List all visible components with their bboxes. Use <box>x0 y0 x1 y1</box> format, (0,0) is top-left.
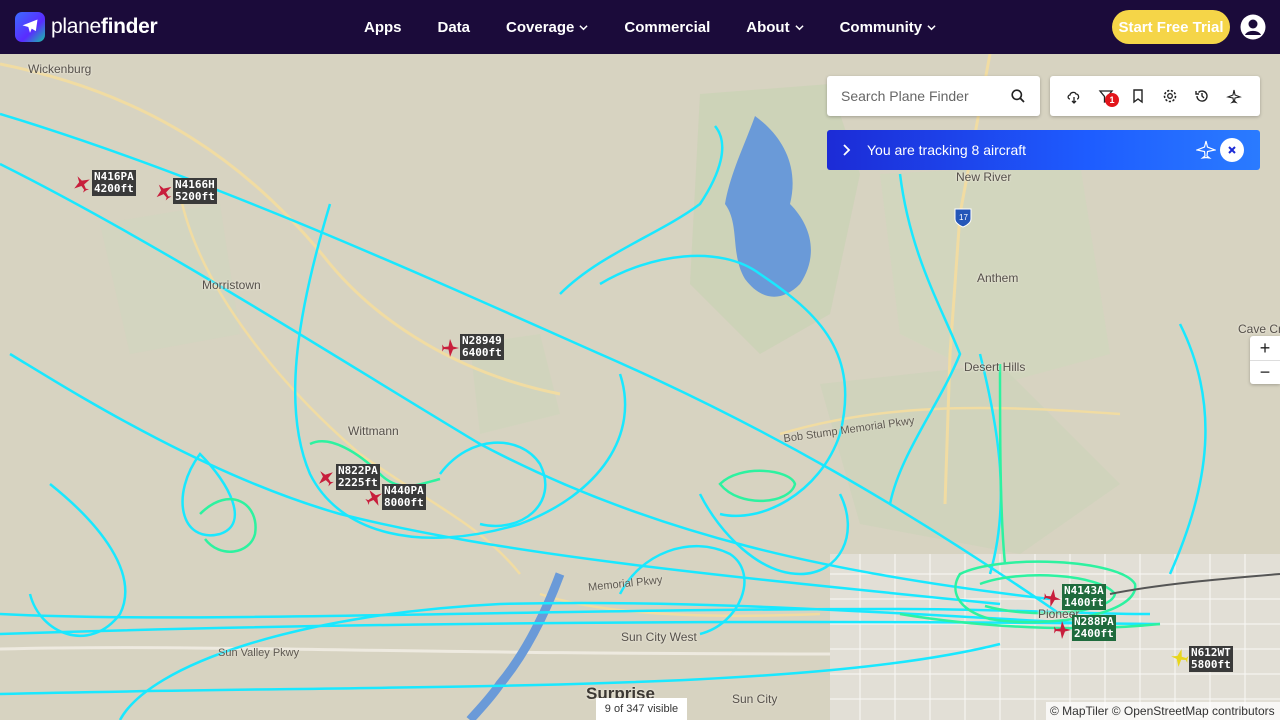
tracking-text: You are tracking 8 aircraft <box>867 142 1027 158</box>
place-wittmann: Wittmann <box>348 424 399 438</box>
place-new-river: New River <box>956 170 1012 184</box>
place-cave-creek: Cave Cre <box>1238 322 1280 336</box>
planefinder-logo[interactable]: planefinder <box>15 12 158 42</box>
aircraft-icon[interactable] <box>1170 648 1190 668</box>
gear-icon[interactable] <box>1162 88 1178 104</box>
main-nav: Apps Data Coverage Commercial About Comm… <box>364 0 972 54</box>
nav-apps[interactable]: Apps <box>364 19 402 36</box>
close-icon <box>1228 146 1236 154</box>
place-wickenburg: Wickenburg <box>28 62 92 76</box>
aircraft-label-n4166h[interactable]: N4166H 5200ft <box>173 178 217 204</box>
tracking-banner[interactable]: You are tracking 8 aircraft <box>827 130 1260 170</box>
search-box <box>827 76 1040 116</box>
aircraft-icon[interactable] <box>72 174 92 194</box>
aircraft-label-n440pa[interactable]: N440PA 8000ft <box>382 484 426 510</box>
place-sun-city: Sun City <box>732 692 778 706</box>
road-sun-valley-pkwy: Sun Valley Pkwy <box>218 647 300 659</box>
zoom-in-button[interactable]: + <box>1250 336 1280 360</box>
aircraft-label-n612wt[interactable]: N612WT 5800ft <box>1189 646 1233 672</box>
history-icon[interactable] <box>1194 88 1210 104</box>
place-anthem: Anthem <box>977 271 1019 285</box>
aircraft-label-n416pa[interactable]: N416PA 4200ft <box>92 170 136 196</box>
map-toolbar <box>1050 76 1260 116</box>
nav-data[interactable]: Data <box>438 19 471 36</box>
place-sun-city-west: Sun City West <box>621 630 697 644</box>
chevron-down-icon <box>579 24 588 30</box>
stop-tracking-button[interactable] <box>1220 138 1244 162</box>
weather-icon[interactable] <box>1066 88 1082 104</box>
place-desert-hills: Desert Hills <box>964 360 1026 374</box>
nav-community[interactable]: Community <box>840 19 937 36</box>
aircraft-label-n822pa[interactable]: N822PA 2225ft <box>336 464 380 490</box>
interstate-17-shield: 17 <box>959 213 968 222</box>
aircraft-outline-icon <box>1196 140 1216 159</box>
search-input[interactable] <box>841 86 1001 106</box>
aircraft-icon[interactable] <box>1052 620 1072 640</box>
aircraft-icon[interactable] <box>1042 588 1062 608</box>
search-icon[interactable] <box>1011 89 1025 103</box>
zoom-out-button[interactable]: − <box>1250 360 1280 384</box>
visible-aircraft-count: 9 of 347 visible <box>596 698 687 720</box>
logo-plane-icon <box>15 12 45 42</box>
aircraft-label-n4143a[interactable]: N4143A 1400ft <box>1062 584 1106 610</box>
bookmark-icon[interactable] <box>1130 88 1146 104</box>
aircraft-icon[interactable] <box>316 468 336 488</box>
aircraft-label-n288pa[interactable]: N288PA 2400ft <box>1072 615 1116 641</box>
aircraft-label-n28949[interactable]: N28949 6400ft <box>460 334 504 360</box>
nav-commercial[interactable]: Commercial <box>624 19 710 36</box>
chevron-down-icon <box>927 24 936 30</box>
start-free-trial-button[interactable]: Start Free Trial <box>1112 10 1230 44</box>
chevron-right-icon[interactable] <box>841 143 851 157</box>
place-morristown: Morristown <box>202 278 261 292</box>
filter-count-badge: 1 <box>1105 93 1119 107</box>
aircraft-icon[interactable] <box>440 338 460 358</box>
aircraft-icon[interactable] <box>154 182 174 202</box>
nav-coverage[interactable]: Coverage <box>506 19 588 36</box>
top-navigation-bar: planefinder Apps Data Coverage Commercia… <box>0 0 1280 54</box>
aircraft-icon[interactable] <box>364 488 384 508</box>
logo-wordmark: planefinder <box>51 15 158 38</box>
zoom-control: + − <box>1250 336 1280 384</box>
playback-icon[interactable] <box>1226 88 1242 104</box>
nav-about[interactable]: About <box>746 19 804 36</box>
account-icon[interactable] <box>1240 14 1266 40</box>
map-attribution[interactable]: © MapTiler © OpenStreetMap contributors <box>1046 702 1280 720</box>
chevron-down-icon <box>794 24 804 30</box>
